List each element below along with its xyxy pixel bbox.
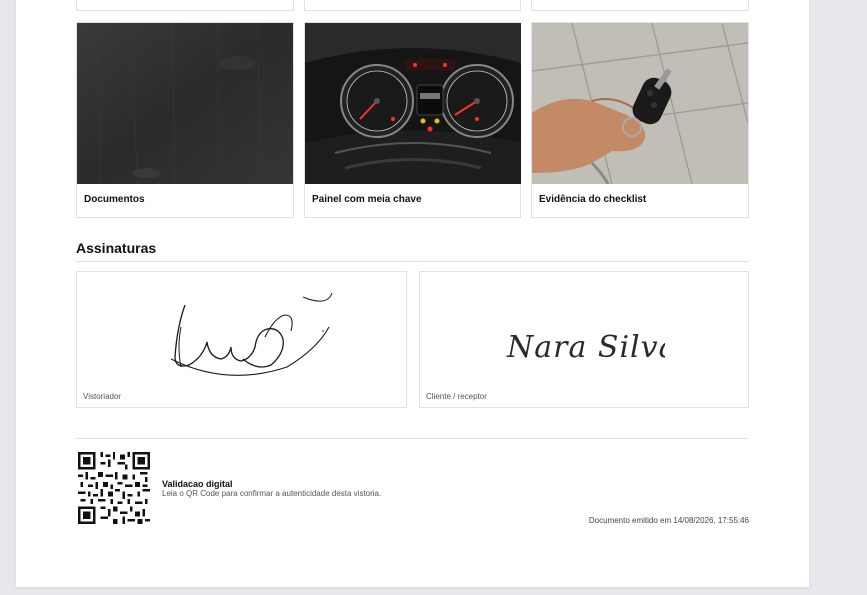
section-divider: [76, 261, 749, 262]
section-title-assinaturas: Assinaturas: [76, 240, 157, 256]
signature-box-cliente: Nara Silva Cliente / receptor: [419, 271, 749, 408]
photo-evidencia[interactable]: [532, 23, 748, 184]
signature-handwriting: Nara Silva: [506, 330, 665, 365]
photo-card-top-2: [304, 0, 521, 11]
photo-card-evidencia[interactable]: Evidência do checklist: [531, 22, 749, 218]
photo-caption: Evidência do checklist: [539, 194, 647, 205]
signature-label-vistoriador: Vistoriador: [83, 392, 122, 401]
signature-drawing-vistoriador: [170, 292, 333, 376]
photo-card-painel[interactable]: Painel com meia chave: [304, 22, 521, 218]
photo-card-top-3: [531, 0, 749, 11]
signature-label-cliente: Cliente / receptor: [426, 392, 487, 401]
photo-caption: Documentos: [84, 194, 145, 205]
signature-drawing-cliente: Nara Silva: [506, 330, 665, 365]
photo-documentos[interactable]: [77, 23, 293, 184]
photo-painel[interactable]: [305, 23, 521, 184]
qr-code-icon[interactable]: [78, 452, 150, 524]
document-emitted-timestamp: Documento emitido em 14/08/2026, 17:55:4…: [588, 516, 749, 525]
validation-title: Validacao digital: [162, 479, 233, 489]
footer-divider: [76, 438, 749, 439]
photo-card-documentos[interactable]: Documentos: [76, 22, 294, 218]
photo-caption: Painel com meia chave: [312, 194, 422, 205]
signature-box-vistoriador: Vistoriador: [76, 271, 407, 408]
validation-description: Leia o QR Code para confirmar a autentic…: [162, 489, 382, 498]
photo-card-top-1: [76, 0, 294, 11]
